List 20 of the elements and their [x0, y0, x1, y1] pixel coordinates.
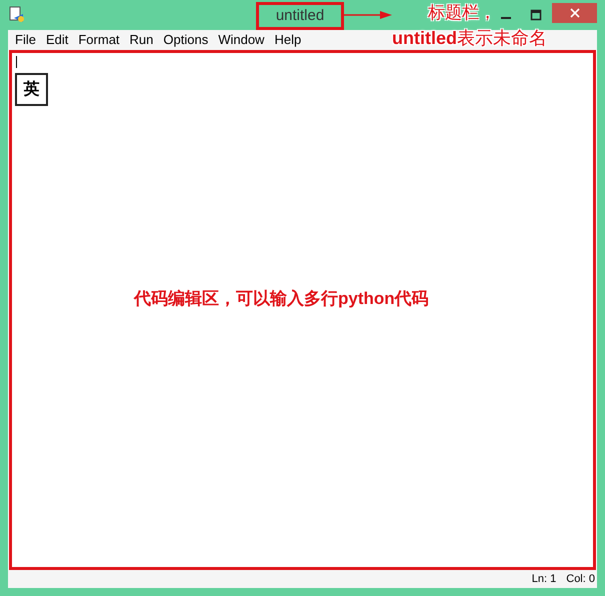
close-button[interactable]: [552, 2, 597, 22]
menu-item[interactable]: Format: [73, 30, 125, 50]
line-number: Ln: 1: [532, 572, 556, 587]
menu-item[interactable]: Run: [124, 30, 158, 50]
menu-item[interactable]: File: [10, 30, 41, 50]
close-icon: [570, 8, 580, 18]
text-cursor: [16, 56, 17, 68]
arrow-icon: [344, 10, 392, 20]
menu-item[interactable]: Window: [213, 30, 270, 50]
maximize-icon[interactable]: [530, 9, 542, 21]
annotation-text: untitled表示未命名: [392, 27, 547, 50]
menu-item[interactable]: Help: [269, 30, 306, 50]
annotation-text: 标题栏，: [428, 2, 496, 24]
app-icon: [8, 6, 26, 24]
window-title: untitled: [256, 2, 344, 30]
column-number: Col: 0: [566, 572, 595, 587]
menu-item[interactable]: Options: [158, 30, 214, 50]
menu-item[interactable]: Edit: [40, 30, 74, 50]
annotation-text: 代码编辑区，可以输入多行python代码: [134, 288, 429, 310]
ime-indicator: 英: [15, 73, 48, 106]
